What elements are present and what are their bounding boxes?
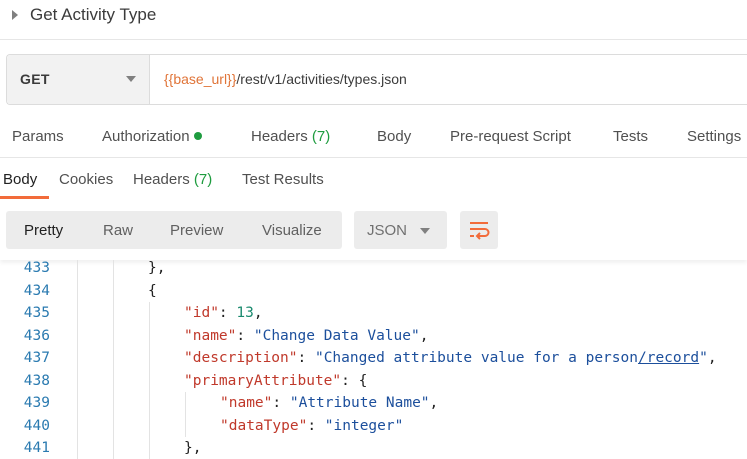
json-key: "primaryAttribute" [184,372,342,389]
request-title[interactable]: Get Activity Type [30,5,156,25]
tab-label: Headers [251,128,308,145]
line-number: 439 [23,395,50,411]
json-key: "description" [184,350,298,366]
line-number: 437 [23,350,50,366]
json-string: "Changed attribute value for a person [314,350,638,366]
tab-body[interactable]: Body [377,128,411,145]
line-number: 435 [23,305,50,321]
url-path: /rest/v1/activities/types.json [236,71,407,87]
tab-headers[interactable]: Headers (7) [251,128,330,145]
wrap-lines-icon [470,222,490,240]
tab-settings[interactable]: Settings [687,128,741,145]
wrap-lines-button[interactable] [460,211,498,249]
indent-guide [77,260,78,459]
code-line: "description": "Changed attribute value … [184,350,717,366]
line-number: 440 [23,417,50,434]
language-select-value: JSON [367,222,408,239]
tab-label: Tests [613,128,649,145]
code-line: "dataType": "integer" [220,417,404,434]
method-select[interactable]: GET [7,55,150,104]
url-input[interactable]: {{base_url}}/rest/v1/activities/types.js… [164,71,407,87]
url-variable: {{base_url}} [164,71,237,87]
code-line: }, [184,440,202,456]
response-tab-body[interactable]: Body [3,171,37,188]
tab-pre-request-script[interactable]: Pre-request Script [450,128,571,145]
json-string-link[interactable]: /record [638,350,699,366]
tab-tests[interactable]: Tests [613,128,648,145]
request-title-bar: Get Activity Type [0,0,747,40]
indent-guide [185,392,186,437]
json-key: "name" [184,327,237,344]
json-string: " [699,350,708,366]
json-string: "Attribute Name" [289,395,430,411]
json-key: "name" [220,395,273,411]
response-tab-headers[interactable]: Headers (7) [133,171,212,188]
view-pretty-button[interactable]: Pretty [24,222,63,239]
request-url-bar: GET {{base_url}}/rest/v1/activities/type… [6,54,747,105]
response-tab-cookies[interactable]: Cookies [59,171,113,188]
active-tab-indicator [0,196,49,199]
tab-count: (7) [311,128,331,145]
code-line: "name": "Attribute Name", [220,395,439,411]
line-number-gutter: 433 434 435 436 437 438 439 440 441 [0,260,60,459]
status-dot-icon [193,132,202,140]
request-tabs: Params Authorization Headers (7) Body Pr… [0,118,747,158]
tab-label: Pre-request Script [450,128,571,145]
json-string: "integer" [324,417,404,434]
tab-params[interactable]: Params [12,128,64,145]
json-key: "dataType" [220,417,308,434]
json-number: 13 [236,305,254,321]
language-select[interactable]: JSON [354,211,447,249]
method-label: GET [20,71,50,87]
code-line: }, [148,260,166,276]
chevron-down-icon [126,76,136,82]
tab-label: Authorization [102,128,190,145]
response-body-viewer[interactable]: 433 434 435 436 437 438 439 440 441 }, {… [0,260,747,459]
json-string: "Change Data Value" [253,327,420,344]
tab-label: Body [3,171,38,188]
line-number: 438 [23,372,50,389]
indent-guide [149,302,150,459]
code-line: "primaryAttribute": { [184,372,368,389]
json-key: "id" [184,305,219,321]
line-number: 434 [23,282,50,299]
tab-label: Body [377,128,412,145]
line-number: 433 [23,260,50,276]
tab-label: Cookies [59,171,114,188]
view-mode-group: Pretty Raw Preview Visualize [6,211,342,249]
line-number: 441 [23,440,50,456]
chevron-down-icon [420,228,430,234]
response-tabs: Body Cookies Headers (7) Test Results [0,158,747,200]
response-tab-test-results[interactable]: Test Results [242,171,324,188]
view-raw-button[interactable]: Raw [103,222,133,239]
tab-label: Test Results [242,171,324,188]
caret-right-icon[interactable] [12,10,18,20]
tab-authorization[interactable]: Authorization [102,128,202,145]
indent-guide [113,260,114,459]
line-number: 436 [23,327,50,344]
tab-label: Params [12,128,64,145]
tab-count: (7) [193,171,213,188]
view-preview-button[interactable]: Preview [170,222,223,239]
code-line: { [148,282,157,299]
response-toolbar: Pretty Raw Preview Visualize JSON [0,200,747,260]
view-visualize-button[interactable]: Visualize [262,222,322,239]
code-line: "name": "Change Data Value", [184,327,429,344]
tab-label: Settings [687,128,742,145]
tab-label: Headers [133,171,190,188]
code-line: "id": 13, [184,305,263,321]
